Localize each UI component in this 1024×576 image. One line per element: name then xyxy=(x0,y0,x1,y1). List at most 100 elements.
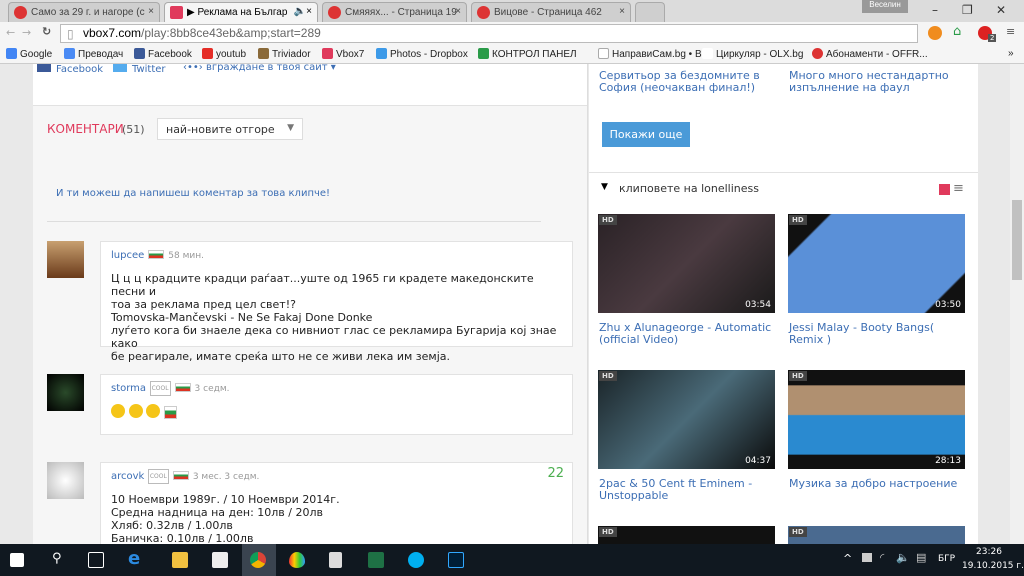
bookmark-youtube[interactable]: youtub xyxy=(202,48,246,60)
site-icon xyxy=(328,6,341,19)
more-bookmarks-icon[interactable]: » xyxy=(1008,48,1014,59)
video-thumbnail[interactable]: HD xyxy=(788,526,965,544)
balloon-app-icon[interactable] xyxy=(289,552,305,568)
twitter-icon xyxy=(113,64,127,72)
video-thumbnail[interactable]: HD 03:50 xyxy=(788,214,965,313)
scrollbar[interactable] xyxy=(1010,64,1024,544)
forward-icon[interactable]: → xyxy=(22,26,31,39)
taskbar: ⚲ e ^ ◜ 🔈 ▤ БГР 23:26 19.10.2015 г. xyxy=(0,544,1024,576)
crying-emoticon-icon xyxy=(146,404,160,418)
close-tab-icon[interactable]: × xyxy=(619,6,625,17)
store-icon[interactable] xyxy=(212,552,228,568)
photoshop-icon[interactable] xyxy=(448,552,464,568)
calculator-icon[interactable] xyxy=(329,552,342,568)
video-duration: 03:50 xyxy=(935,300,961,310)
input-language[interactable]: БГР xyxy=(938,554,955,564)
video-duration: 03:54 xyxy=(745,300,771,310)
share-facebook[interactable]: Facebook xyxy=(37,64,103,75)
bookmark-vbox7[interactable]: Vbox7 xyxy=(322,48,364,60)
comment-time: 3 седм. xyxy=(194,384,230,394)
close-tab-icon[interactable]: × xyxy=(455,6,461,17)
video-thumbnail[interactable]: HD xyxy=(598,526,775,544)
wifi-icon[interactable]: ◜ xyxy=(880,551,884,564)
minimize-icon[interactable]: – xyxy=(932,3,938,17)
menu-icon[interactable]: ≡ xyxy=(1006,25,1015,38)
video-duration: 28:13 xyxy=(935,456,961,466)
bookmark-triviador[interactable]: Triviador xyxy=(258,48,311,60)
video-title-link[interactable]: Zhu x Alunageorge - Automatic (official … xyxy=(599,322,779,346)
tab-3[interactable]: Смяяях... - Страница 19 × xyxy=(322,2,467,22)
tab-4[interactable]: Вицове - Страница 462 × xyxy=(471,2,631,22)
video-title-link[interactable]: Jessi Malay - Booty Bangs( Remix ) xyxy=(789,322,969,346)
write-comment-link[interactable]: И ти можеш да напишеш коментар за това к… xyxy=(56,188,330,199)
grid-view-icon[interactable] xyxy=(939,184,950,195)
share-twitter[interactable]: Twitter xyxy=(113,64,166,75)
close-window-icon[interactable]: ✕ xyxy=(996,3,1006,17)
reload-icon[interactable]: ↻ xyxy=(42,25,51,38)
bookmark-dropbox[interactable]: Photos - Dropbox xyxy=(376,48,468,60)
bookmark-translate[interactable]: Преводач xyxy=(64,48,123,60)
excel-icon[interactable] xyxy=(368,552,384,568)
notifications-icon[interactable]: ▤ xyxy=(916,551,926,564)
file-explorer-icon[interactable] xyxy=(172,552,188,568)
search-icon[interactable]: ⚲ xyxy=(52,551,62,566)
embed-button[interactable]: ‹••› вграждане в твоя сайт ▾ xyxy=(183,64,336,73)
tab-2[interactable]: ▶ Реклама на Българ 🔈× xyxy=(164,2,318,22)
bookmark-facebook[interactable]: Facebook xyxy=(134,48,192,60)
edge-icon[interactable]: e xyxy=(128,548,140,569)
profile-user[interactable]: Веселин xyxy=(862,0,908,13)
avatar[interactable] xyxy=(47,462,84,499)
scrollbar-thumb[interactable] xyxy=(1012,200,1022,280)
share-bar: Facebook Twitter ‹••› вграждане в твоя с… xyxy=(33,64,587,106)
video-thumbnail[interactable]: HD 04:37 xyxy=(598,370,775,469)
network-icon[interactable] xyxy=(862,553,872,562)
site-icon xyxy=(477,6,490,19)
cool-badge: COOL xyxy=(147,469,169,484)
close-tab-icon[interactable]: 🔈× xyxy=(294,6,312,17)
video-title-link[interactable]: 2pac & 50 Cent ft Eminem - Unstoppable xyxy=(599,478,779,502)
extension-icon[interactable] xyxy=(928,26,942,40)
clock-date[interactable]: 19.10.2015 г. xyxy=(962,561,1024,571)
comment-username[interactable]: arcovk xyxy=(111,471,144,482)
bookmark-olx[interactable]: Циркуляр - OLX.bg xyxy=(702,48,803,60)
collapse-triangle-icon[interactable]: ▼ xyxy=(601,182,608,192)
sort-select[interactable]: най-новите отгоре ▼ xyxy=(157,118,303,140)
close-tab-icon[interactable]: × xyxy=(148,6,154,17)
skype-icon[interactable] xyxy=(408,552,424,568)
comments-title: КОМЕНТАРИ xyxy=(47,122,124,136)
bulgaria-flag-icon xyxy=(172,471,189,480)
comment-username[interactable]: lupcee xyxy=(111,250,144,261)
clock-time[interactable]: 23:26 xyxy=(976,547,1002,557)
tray-chevron-icon[interactable]: ^ xyxy=(843,552,852,565)
chrome-icon[interactable] xyxy=(250,552,266,568)
bookmark-offr[interactable]: Абонаменти - OFFR... xyxy=(812,48,928,60)
home-extension-icon[interactable]: ⌂ xyxy=(953,24,961,39)
comment: lupcee 58 мин. Ц ц ц крадците крадци раѓа… xyxy=(100,241,573,363)
related-sidebar: Сервитьор за бездомните в София (неочакв… xyxy=(589,64,978,544)
video-title-link[interactable]: Сервитьор за бездомните в София (неочакв… xyxy=(599,70,779,94)
new-tab-button[interactable] xyxy=(635,2,665,22)
bookmark-control-panel[interactable]: КОНТРОЛ ПАНЕЛ xyxy=(478,48,577,60)
show-more-button[interactable]: Покажи още xyxy=(602,122,690,147)
video-thumbnail[interactable]: HD 28:13 xyxy=(788,370,965,469)
task-view-icon[interactable] xyxy=(88,552,104,568)
tab-1[interactable]: Само за 29 г. и нагоре (с × xyxy=(8,2,160,22)
bookmark-napravisam[interactable]: НаправиСам.bg • В... xyxy=(598,48,710,60)
volume-icon[interactable]: 🔈 xyxy=(896,551,910,564)
hd-badge: HD xyxy=(599,371,617,381)
avatar[interactable] xyxy=(47,241,84,278)
start-icon[interactable] xyxy=(10,553,24,567)
address-input[interactable]: ▯ vbox7.com/play:8bb8ce43eb&amp;start=28… xyxy=(60,24,918,43)
page-icon: ▯ xyxy=(67,27,74,41)
avatar[interactable] xyxy=(47,374,84,411)
back-icon[interactable]: ← xyxy=(6,26,15,39)
list-view-icon[interactable]: ≡ xyxy=(953,181,964,196)
comment-username[interactable]: storma xyxy=(111,383,146,394)
restore-icon[interactable]: ❐ xyxy=(962,3,973,17)
video-thumbnail[interactable]: HD 03:54 xyxy=(598,214,775,313)
video-title-link[interactable]: Музика за добро настроение xyxy=(789,478,969,490)
bookmark-google[interactable]: Google xyxy=(6,48,52,60)
video-title-link[interactable]: Много много нестандартно изпълнение на ф… xyxy=(789,70,969,94)
hd-badge: HD xyxy=(789,527,807,537)
divider xyxy=(589,172,978,173)
